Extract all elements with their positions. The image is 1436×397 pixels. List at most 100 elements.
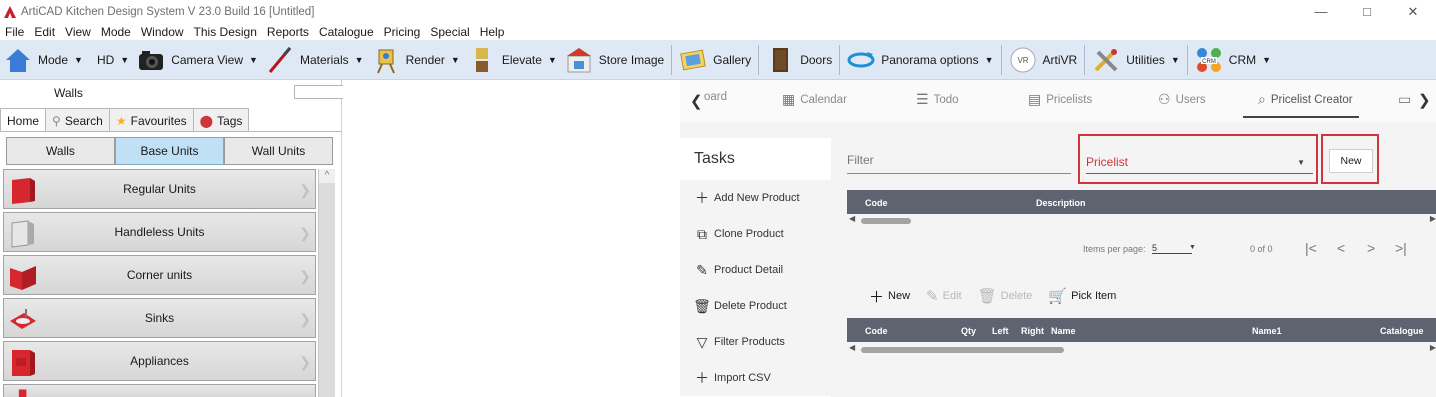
menu-pricing[interactable]: Pricing <box>379 25 426 39</box>
hd-button[interactable]: HD ▼ <box>87 40 133 80</box>
maximize-button[interactable]: □ <box>1344 0 1390 23</box>
category-partial[interactable] <box>3 384 316 397</box>
menu-special[interactable]: Special <box>425 25 474 39</box>
nav-prev-icon[interactable]: ❮ <box>690 92 703 110</box>
pricelist-icon: ▤ <box>1028 91 1042 107</box>
segment-base-units[interactable]: Base Units <box>115 137 224 165</box>
tab-favourites-label: Favourites <box>130 113 187 128</box>
easel-icon <box>376 49 395 73</box>
tab-tags[interactable]: ⬤ Tags <box>192 108 250 132</box>
crm-button[interactable]: CRM CRM ▼ <box>1191 40 1275 80</box>
chevron-down-icon: ▼ <box>984 54 994 65</box>
tab-search[interactable]: ⚲ Search <box>45 108 110 132</box>
prev-page-icon[interactable]: < <box>1337 240 1345 256</box>
mode-label: Mode <box>38 52 69 67</box>
category-handleless-units[interactable]: Handleless Units ❯ <box>3 212 316 252</box>
nav-tab-dashboard[interactable]: oard <box>704 91 727 103</box>
items-table-scrollbar[interactable]: ◀ ▶ <box>847 343 1436 356</box>
scroll-thumb[interactable] <box>861 218 911 224</box>
segment-wall-units[interactable]: Wall Units <box>224 137 333 165</box>
task-product-detail[interactable]: ✎ Product Detail <box>680 252 831 288</box>
delete-item-button[interactable]: 🗑 Delete <box>978 287 1033 305</box>
first-page-icon[interactable]: |< <box>1305 240 1317 256</box>
menu-catalogue[interactable]: Catalogue <box>314 25 379 39</box>
menu-file[interactable]: File <box>0 25 29 39</box>
doors-button[interactable]: Doors <box>762 40 836 80</box>
nav-tab-todo[interactable]: ☰ Todo <box>916 91 959 108</box>
materials-button[interactable]: Materials ▼ <box>262 40 368 80</box>
nav-tab-users[interactable]: ⚇ Users <box>1158 91 1206 108</box>
segment-walls[interactable]: Walls <box>6 137 115 165</box>
task-add-new-product[interactable]: ＋ Add New Product <box>680 180 831 216</box>
pick-item-button[interactable]: 🛒 Pick Item <box>1048 287 1116 305</box>
next-page-icon[interactable]: > <box>1367 240 1375 256</box>
task-filter-products[interactable]: ▽ Filter Products <box>680 324 831 360</box>
scroll-left-icon[interactable]: ◀ <box>849 214 855 223</box>
menu-view[interactable]: View <box>60 25 96 39</box>
column-right[interactable]: Right <box>1021 326 1044 336</box>
gallery-label: Gallery <box>713 52 752 67</box>
nav-tab-more[interactable]: ▭ <box>1398 91 1416 108</box>
menu-reports[interactable]: Reports <box>262 25 314 39</box>
category-corner-units[interactable]: Corner units ❯ <box>3 255 316 295</box>
category-scrollbar[interactable]: ^ <box>318 169 335 397</box>
column-catalogue[interactable]: Catalogue <box>1380 326 1424 336</box>
panorama-options-button[interactable]: Panorama options ▼ <box>843 40 997 80</box>
edit-item-button[interactable]: ✎ Edit <box>926 287 962 305</box>
menu-window[interactable]: Window <box>136 25 189 39</box>
column-left[interactable]: Left <box>992 326 1009 336</box>
items-per-page-select[interactable]: 5 <box>1152 243 1192 254</box>
menu-help[interactable]: Help <box>475 25 510 39</box>
filter-input[interactable]: Filter <box>847 150 1071 174</box>
nav-tab-pricelists[interactable]: ▤ Pricelists <box>1028 91 1092 108</box>
scroll-thumb[interactable] <box>861 347 1064 353</box>
render-button[interactable]: Render ▼ <box>368 40 464 80</box>
column-name[interactable]: Name <box>1051 326 1076 336</box>
mode-button[interactable]: Mode ▼ <box>0 40 87 80</box>
products-table-scrollbar[interactable]: ◀ ▶ <box>847 214 1436 227</box>
task-label: Filter Products <box>714 336 785 348</box>
nav-tab-calendar[interactable]: ▦ Calendar <box>782 91 847 108</box>
camera-view-button[interactable]: Camera View ▼ <box>133 40 262 80</box>
nav-tab-pricelist-creator[interactable]: ⌕ Pricelist Creator <box>1258 91 1353 108</box>
utilities-button[interactable]: Utilities ▼ <box>1088 40 1184 80</box>
chevron-right-icon: ❯ <box>299 182 311 198</box>
scroll-right-icon[interactable]: ▶ <box>1430 343 1436 352</box>
category-appliances[interactable]: Appliances ❯ <box>3 341 316 381</box>
category-sinks[interactable]: Sinks ❯ <box>3 298 316 338</box>
scroll-right-icon[interactable]: ▶ <box>1430 214 1436 223</box>
column-code[interactable]: Code <box>865 198 888 208</box>
chevron-down-icon: ▼ <box>120 54 130 65</box>
last-page-icon[interactable]: >| <box>1395 240 1407 256</box>
task-import-csv[interactable]: ＋ Import CSV <box>680 360 831 396</box>
gallery-button[interactable]: Gallery <box>675 40 755 80</box>
category-list: Regular Units ❯ Handleless Units ❯ Corne… <box>3 169 318 397</box>
category-regular-units[interactable]: Regular Units ❯ <box>3 169 316 209</box>
nav-next-icon[interactable]: ❯ <box>1418 91 1431 109</box>
scroll-left-icon[interactable]: ◀ <box>849 343 855 352</box>
artivr-label: ArtiVR <box>1042 52 1078 67</box>
menu-this-design[interactable]: This Design <box>189 25 262 39</box>
scroll-up-icon[interactable]: ^ <box>319 169 335 183</box>
tab-favourites[interactable]: ★ Favourites <box>108 108 194 132</box>
tab-home[interactable]: Home <box>0 108 47 132</box>
pricelist-select[interactable]: Pricelist ▼ <box>1086 152 1313 174</box>
list-icon: ☰ <box>916 91 929 107</box>
elevate-button[interactable]: Elevate ▼ <box>464 40 561 80</box>
task-clone-product[interactable]: ⧉ Clone Product <box>680 216 831 252</box>
menu-edit[interactable]: Edit <box>29 25 60 39</box>
column-code[interactable]: Code <box>865 326 888 336</box>
close-button[interactable]: ✕ <box>1390 0 1436 23</box>
column-name1[interactable]: Name1 <box>1252 326 1282 336</box>
design-canvas[interactable] <box>343 80 680 397</box>
store-image-button[interactable]: Store Image <box>561 40 668 80</box>
column-qty[interactable]: Qty <box>961 326 976 336</box>
new-pricelist-button[interactable]: New <box>1329 149 1373 173</box>
menu-mode[interactable]: Mode <box>96 25 136 39</box>
task-delete-product[interactable]: 🗑 Delete Product <box>680 288 831 324</box>
new-item-button[interactable]: ＋ New <box>869 286 910 307</box>
minimize-button[interactable]: — <box>1298 0 1344 23</box>
page-range: 0 of 0 <box>1250 244 1273 254</box>
column-description[interactable]: Description <box>1036 198 1086 208</box>
artivr-button[interactable]: VR ArtiVR <box>1005 40 1082 80</box>
